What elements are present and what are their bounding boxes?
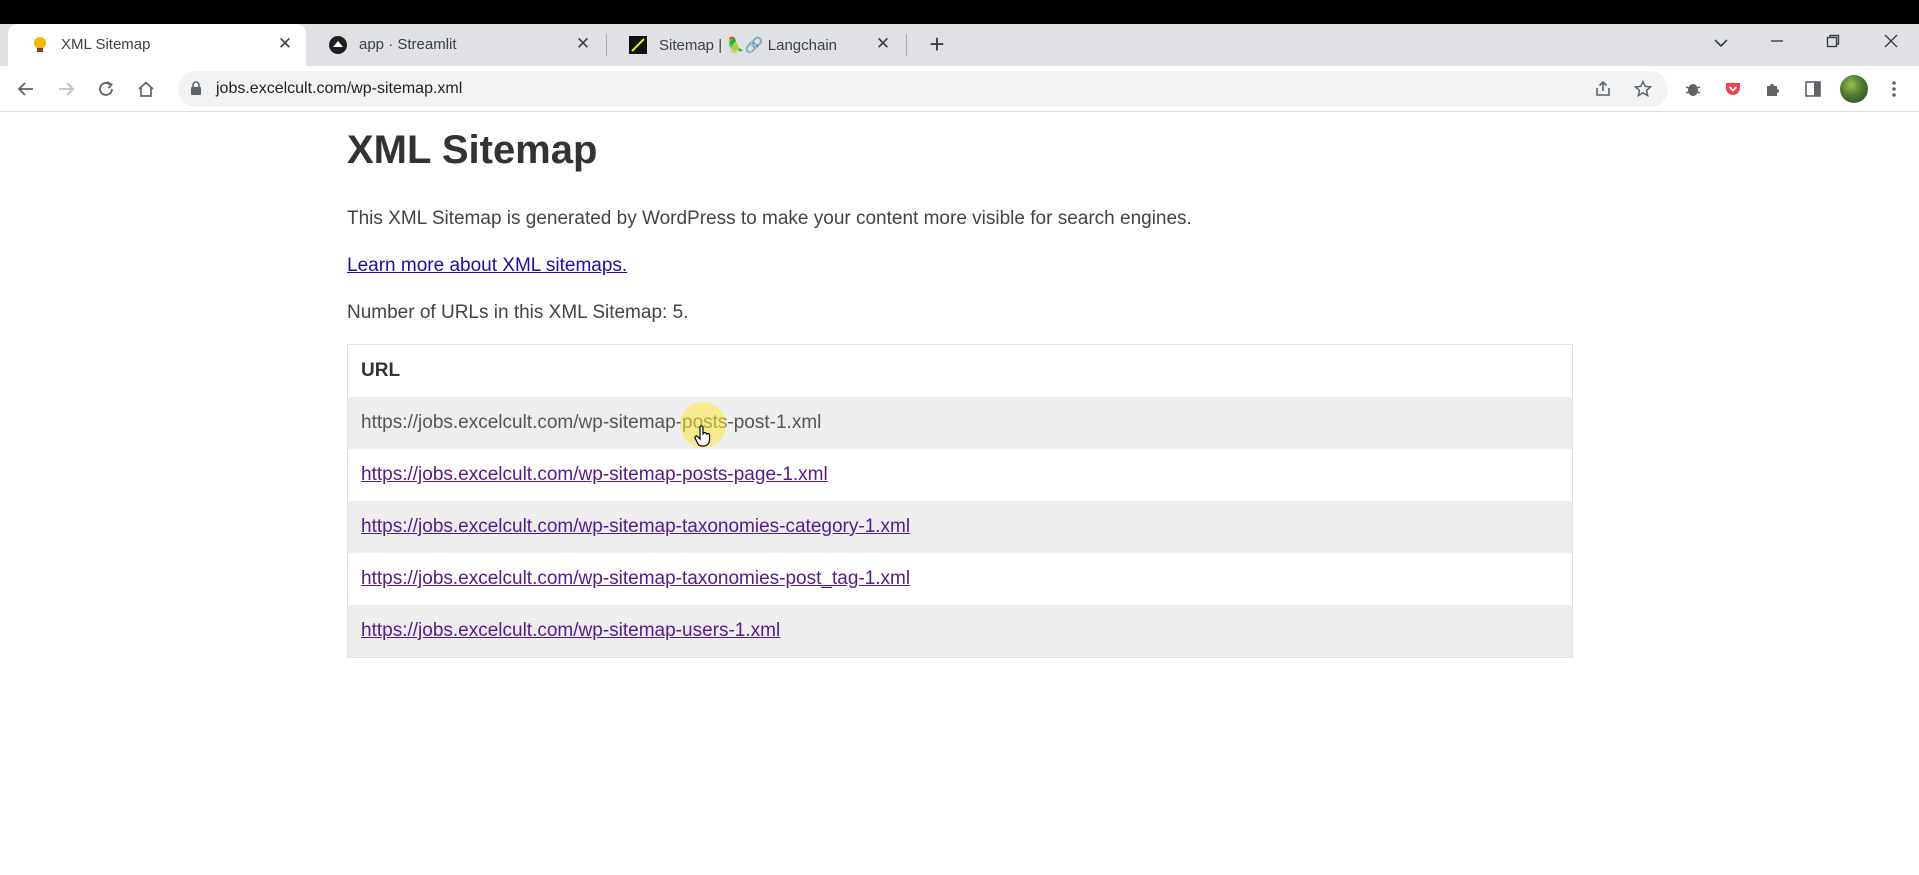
table-row: https://jobs.excelcult.com/wp-sitemap-po… <box>348 397 1572 449</box>
url-table: URL https://jobs.excelcult.com/wp-sitema… <box>347 344 1573 658</box>
tab-title: app · Streamlit <box>359 36 457 53</box>
back-icon[interactable] <box>12 75 40 103</box>
kebab-menu-icon[interactable] <box>1880 75 1908 103</box>
tab-search-icon[interactable] <box>1706 28 1736 58</box>
table-row: https://jobs.excelcult.com/wp-sitemap-po… <box>348 449 1572 501</box>
intro-text: This XML Sitemap is generated by WordPre… <box>347 208 1192 229</box>
share-icon[interactable] <box>1590 76 1616 102</box>
close-window-icon[interactable] <box>1876 28 1906 58</box>
tab-separator <box>906 34 907 56</box>
new-tab-button[interactable]: + <box>922 30 952 60</box>
address-bar[interactable]: jobs.excelcult.com/wp-sitemap.xml <box>178 71 1668 107</box>
side-panel-icon[interactable] <box>1799 75 1827 103</box>
tab-xml-sitemap[interactable]: XML Sitemap ✕ <box>8 24 306 66</box>
sitemap-link[interactable]: https://jobs.excelcult.com/wp-sitemap-ta… <box>361 516 910 538</box>
extensions-puzzle-icon[interactable] <box>1759 75 1787 103</box>
screen: XML Sitemap ✕ app · Streamlit ✕ Sitemap … <box>0 0 1919 875</box>
bug-extension-icon[interactable] <box>1679 75 1707 103</box>
home-icon[interactable] <box>132 75 160 103</box>
reload-icon[interactable] <box>92 75 120 103</box>
sitemap-link[interactable]: https://jobs.excelcult.com/wp-sitemap-us… <box>361 620 780 642</box>
browser-toolbar: jobs.excelcult.com/wp-sitemap.xml <box>0 66 1919 112</box>
lock-icon[interactable] <box>190 81 202 101</box>
tab-title: Sitemap | 🦜🔗 Langchain <box>659 37 838 54</box>
sitemap-link[interactable]: https://jobs.excelcult.com/wp-sitemap-ta… <box>361 568 910 590</box>
minimize-icon[interactable] <box>1762 28 1792 58</box>
table-header: URL <box>348 345 1572 397</box>
tab-title: XML Sitemap <box>61 36 151 53</box>
address-text[interactable]: jobs.excelcult.com/wp-sitemap.xml <box>216 80 462 98</box>
tab-streamlit[interactable]: app · Streamlit ✕ <box>306 24 604 66</box>
bookmark-star-icon[interactable] <box>1630 76 1656 102</box>
table-row: https://jobs.excelcult.com/wp-sitemap-us… <box>348 605 1572 657</box>
table-row: https://jobs.excelcult.com/wp-sitemap-ta… <box>348 501 1572 553</box>
forward-icon[interactable] <box>52 75 80 103</box>
profile-avatar[interactable] <box>1840 75 1868 103</box>
tab-langchain[interactable]: Sitemap | 🦜🔗 Langchain ✕ <box>606 24 904 66</box>
restore-icon[interactable] <box>1818 28 1848 58</box>
close-icon[interactable]: ✕ <box>872 33 894 55</box>
page-content: XML Sitemap This XML Sitemap is generate… <box>0 112 1919 875</box>
learn-more-link[interactable]: Learn more about XML sitemaps. <box>347 255 627 277</box>
page-title: XML Sitemap <box>347 128 598 172</box>
sitemap-link[interactable]: https://jobs.excelcult.com/wp-sitemap-po… <box>361 464 828 486</box>
url-count-text: Number of URLs in this XML Sitemap: 5. <box>347 302 689 323</box>
langchain-icon <box>628 35 648 55</box>
column-header-url: URL <box>361 360 401 381</box>
table-row: https://jobs.excelcult.com/wp-sitemap-ta… <box>348 553 1572 605</box>
bulb-icon <box>30 35 50 55</box>
streamlit-icon <box>328 35 348 55</box>
close-icon[interactable]: ✕ <box>274 33 296 55</box>
sitemap-link[interactable]: https://jobs.excelcult.com/wp-sitemap-po… <box>361 412 821 434</box>
close-icon[interactable]: ✕ <box>572 33 594 55</box>
pocket-icon[interactable] <box>1719 75 1747 103</box>
